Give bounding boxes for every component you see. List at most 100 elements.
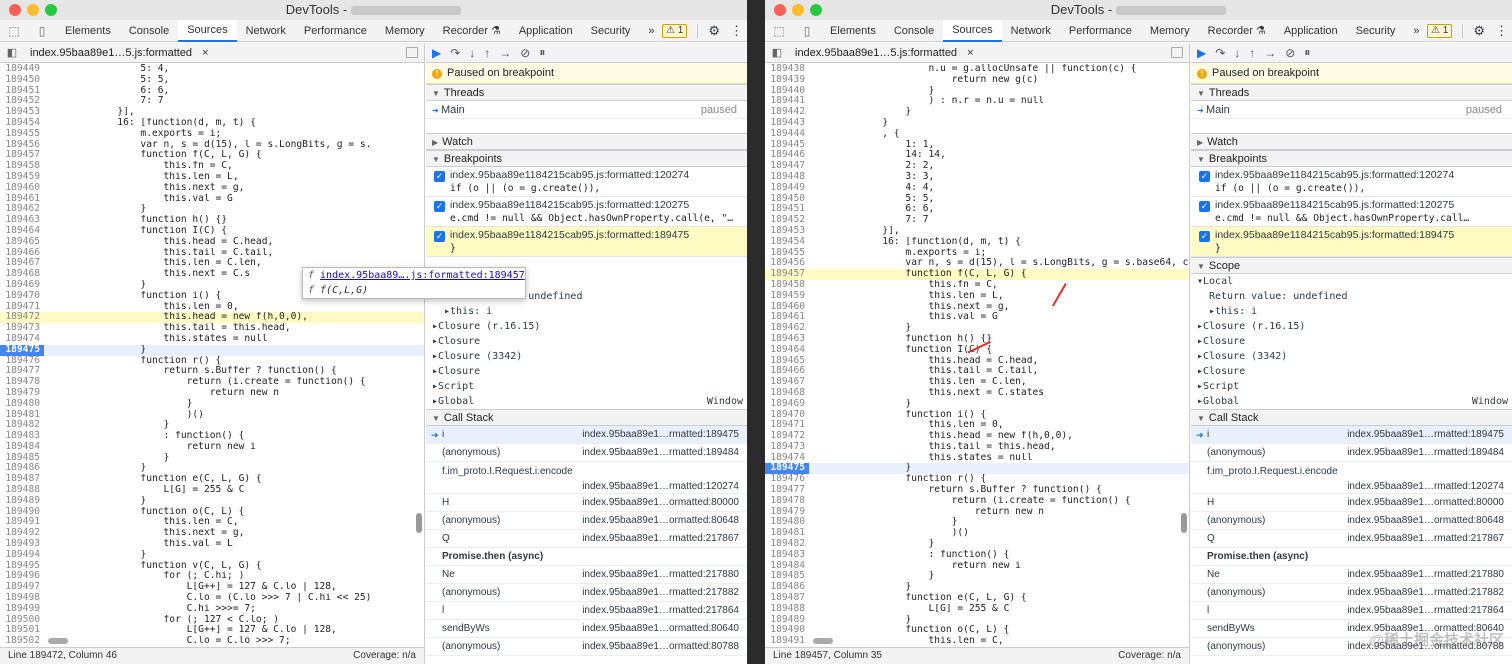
tab-sources[interactable]: Sources bbox=[178, 19, 237, 42]
line-number[interactable]: 189460 bbox=[0, 182, 44, 194]
tab-memory[interactable]: Memory bbox=[1141, 20, 1199, 42]
vertical-scrollbar[interactable] bbox=[416, 513, 422, 533]
call-frame[interactable]: Qindex.95baa89e1…rmatted:217867 bbox=[1191, 530, 1512, 548]
call-frame[interactable]: ➜ i index.95baa89e1…rmatted:189475 bbox=[1191, 426, 1512, 444]
editor-file-tab[interactable]: index.95baa89e1…5.js:formatted bbox=[24, 47, 198, 59]
tab-recorder[interactable]: Recorder ⚗ bbox=[1199, 20, 1275, 42]
tab-application[interactable]: Application bbox=[510, 20, 582, 42]
tab-sources[interactable]: Sources bbox=[943, 19, 1002, 42]
breakpoint-line[interactable]: 189475 } bbox=[0, 344, 424, 356]
breakpoint-checkbox[interactable]: ✓ bbox=[1199, 231, 1210, 242]
line-number[interactable]: 189455 bbox=[0, 128, 44, 140]
scope-item[interactable]: ▸Closure (r.16.15) bbox=[426, 319, 747, 334]
call-frame[interactable]: (anonymous) index.95baa89e1…rmatted:21788… bbox=[426, 584, 747, 602]
issues-badge[interactable]: ⚠ 1 bbox=[1427, 24, 1453, 38]
line-number[interactable]: 189465 bbox=[0, 236, 44, 248]
deactivate-breakpoints-icon[interactable]: ⊘ bbox=[1285, 46, 1295, 60]
kebab-menu-icon[interactable]: ⋮ bbox=[730, 23, 743, 39]
gear-icon[interactable]: ⚙ bbox=[1473, 23, 1485, 39]
line-number[interactable]: 189470 bbox=[0, 290, 44, 302]
tab-security[interactable]: Security bbox=[582, 20, 640, 42]
scope-item[interactable]: ▸Closure (3342) bbox=[1191, 349, 1512, 364]
breakpoint-line[interactable]: 189475 } bbox=[765, 463, 1189, 475]
horizontal-scrollbar[interactable] bbox=[813, 638, 833, 644]
scope-item[interactable]: ▸this: i bbox=[426, 304, 747, 319]
call-frame[interactable]: (anonymous) index.95baa89e1…rmatted:21788… bbox=[1191, 584, 1512, 602]
tab-console[interactable]: Console bbox=[885, 20, 943, 42]
scope-item[interactable]: ▸Global Window bbox=[426, 394, 747, 409]
call-frame[interactable]: sendByWs index.95baa89e1…ormatted:80640 bbox=[426, 620, 747, 638]
breakpoint-item[interactable]: ✓ index.95baa89e1184215cab95.js:formatted… bbox=[426, 167, 747, 197]
tab-recorder[interactable]: Recorder ⚗ bbox=[434, 20, 510, 42]
step-over-icon[interactable]: ↷ bbox=[1215, 46, 1225, 60]
line-number[interactable]: 189469 bbox=[765, 398, 809, 410]
more-tabs-button[interactable]: » bbox=[639, 20, 663, 42]
call-frame[interactable]: (anonymous) index.95baa89e1…ormatted:8064… bbox=[426, 512, 747, 530]
line-number[interactable]: 189475 bbox=[0, 344, 44, 356]
tab-console[interactable]: Console bbox=[120, 20, 178, 42]
tab-network[interactable]: Network bbox=[237, 20, 295, 42]
tab-performance[interactable]: Performance bbox=[295, 20, 376, 42]
thread-main[interactable]: ➜ Main paused bbox=[1191, 101, 1512, 119]
minimize-window-button[interactable] bbox=[27, 4, 39, 16]
close-window-button[interactable] bbox=[9, 4, 21, 16]
tab-memory[interactable]: Memory bbox=[376, 20, 434, 42]
scope-item[interactable]: ▸Closure (3342) bbox=[426, 349, 747, 364]
breakpoint-checkbox[interactable]: ✓ bbox=[434, 201, 445, 212]
line-number[interactable]: 189450 bbox=[0, 74, 44, 86]
code-editor[interactable]: 189438 n.u = g.allocUnsafe || function(c… bbox=[765, 64, 1189, 647]
tab-application[interactable]: Application bbox=[1275, 20, 1347, 42]
gear-icon[interactable]: ⚙ bbox=[708, 23, 720, 39]
close-window-button[interactable] bbox=[774, 4, 786, 16]
call-stack-section[interactable]: ▼ Call Stack bbox=[426, 409, 747, 426]
minimize-window-button[interactable] bbox=[792, 4, 804, 16]
tab-elements[interactable]: Elements bbox=[821, 20, 885, 42]
scope-item[interactable]: ▸Global Window bbox=[1191, 394, 1512, 409]
call-frame[interactable]: (anonymous) index.95baa89e1…ormatted:8064… bbox=[1191, 512, 1512, 530]
step-out-icon[interactable]: ↑ bbox=[1249, 46, 1255, 60]
tab-elements[interactable]: Elements bbox=[56, 20, 120, 42]
line-number[interactable]: 189439 bbox=[765, 74, 809, 86]
line-number[interactable]: 189459 bbox=[765, 290, 809, 302]
pause-on-exceptions-icon[interactable]: ⏸ bbox=[1304, 45, 1310, 60]
issues-badge[interactable]: ⚠ 1 bbox=[662, 24, 688, 38]
inspect-element-icon[interactable]: ⬚ bbox=[0, 20, 28, 42]
line-number[interactable]: 189464 bbox=[765, 344, 809, 356]
navigator-toggle-icon[interactable]: ◧ bbox=[0, 46, 24, 59]
pause-on-exceptions-icon[interactable]: ⏸ bbox=[539, 45, 545, 60]
scope-item[interactable]: Return value: undefined bbox=[1191, 289, 1512, 304]
scope-item[interactable]: ▸Script bbox=[426, 379, 747, 394]
scope-item[interactable]: ▸Closure bbox=[1191, 364, 1512, 379]
call-stack-section[interactable]: ▼ Call Stack bbox=[1191, 409, 1512, 426]
tab-performance[interactable]: Performance bbox=[1060, 20, 1141, 42]
step-into-icon[interactable]: ↓ bbox=[1234, 46, 1240, 60]
breakpoint-checkbox[interactable]: ✓ bbox=[1199, 201, 1210, 212]
deactivate-breakpoints-icon[interactable]: ⊘ bbox=[520, 46, 530, 60]
breakpoint-item[interactable]: ✓ index.95baa89e1184215cab95.js:formatted… bbox=[1191, 197, 1512, 227]
breakpoint-checkbox[interactable]: ✓ bbox=[1199, 171, 1210, 182]
zoom-window-button[interactable] bbox=[810, 4, 822, 16]
close-tab-icon[interactable]: × bbox=[967, 47, 973, 59]
call-frame[interactable]: Hindex.95baa89e1…ormatted:80000 bbox=[1191, 494, 1512, 512]
resume-icon[interactable]: ▶ bbox=[432, 46, 441, 60]
call-frame[interactable]: (anonymous) index.95baa89e1…rmatted:18948… bbox=[1191, 444, 1512, 462]
breakpoint-item[interactable]: ✓ index.95baa89e1184215cab95.js:formatted… bbox=[426, 227, 747, 257]
breakpoint-checkbox[interactable]: ✓ bbox=[434, 231, 445, 242]
breakpoint-checkbox[interactable]: ✓ bbox=[434, 171, 445, 182]
scope-item[interactable]: ▸Closure (r.16.15) bbox=[1191, 319, 1512, 334]
threads-section[interactable]: ▼ Threads bbox=[426, 84, 747, 101]
watch-section[interactable]: ▶ Watch bbox=[1191, 133, 1512, 150]
call-frame[interactable]: Hindex.95baa89e1…ormatted:80000 bbox=[426, 494, 747, 512]
zoom-window-button[interactable] bbox=[45, 4, 57, 16]
scope-item[interactable]: ▾Local bbox=[1191, 274, 1512, 289]
call-frame[interactable]: l index.95baa89e1…rmatted:217864 bbox=[426, 602, 747, 620]
scope-item[interactable]: ▸Closure bbox=[1191, 334, 1512, 349]
tab-security[interactable]: Security bbox=[1347, 20, 1405, 42]
device-toolbar-icon[interactable]: ▯ bbox=[793, 20, 821, 42]
editor-file-tab[interactable]: index.95baa89e1…5.js:formatted bbox=[789, 47, 963, 59]
watch-section[interactable]: ▶ Watch bbox=[426, 133, 747, 150]
step-icon[interactable]: → bbox=[499, 46, 511, 60]
resume-icon[interactable]: ▶ bbox=[1197, 46, 1206, 60]
device-toolbar-icon[interactable]: ▯ bbox=[28, 20, 56, 42]
debugger-toggle-icon[interactable] bbox=[406, 47, 418, 58]
